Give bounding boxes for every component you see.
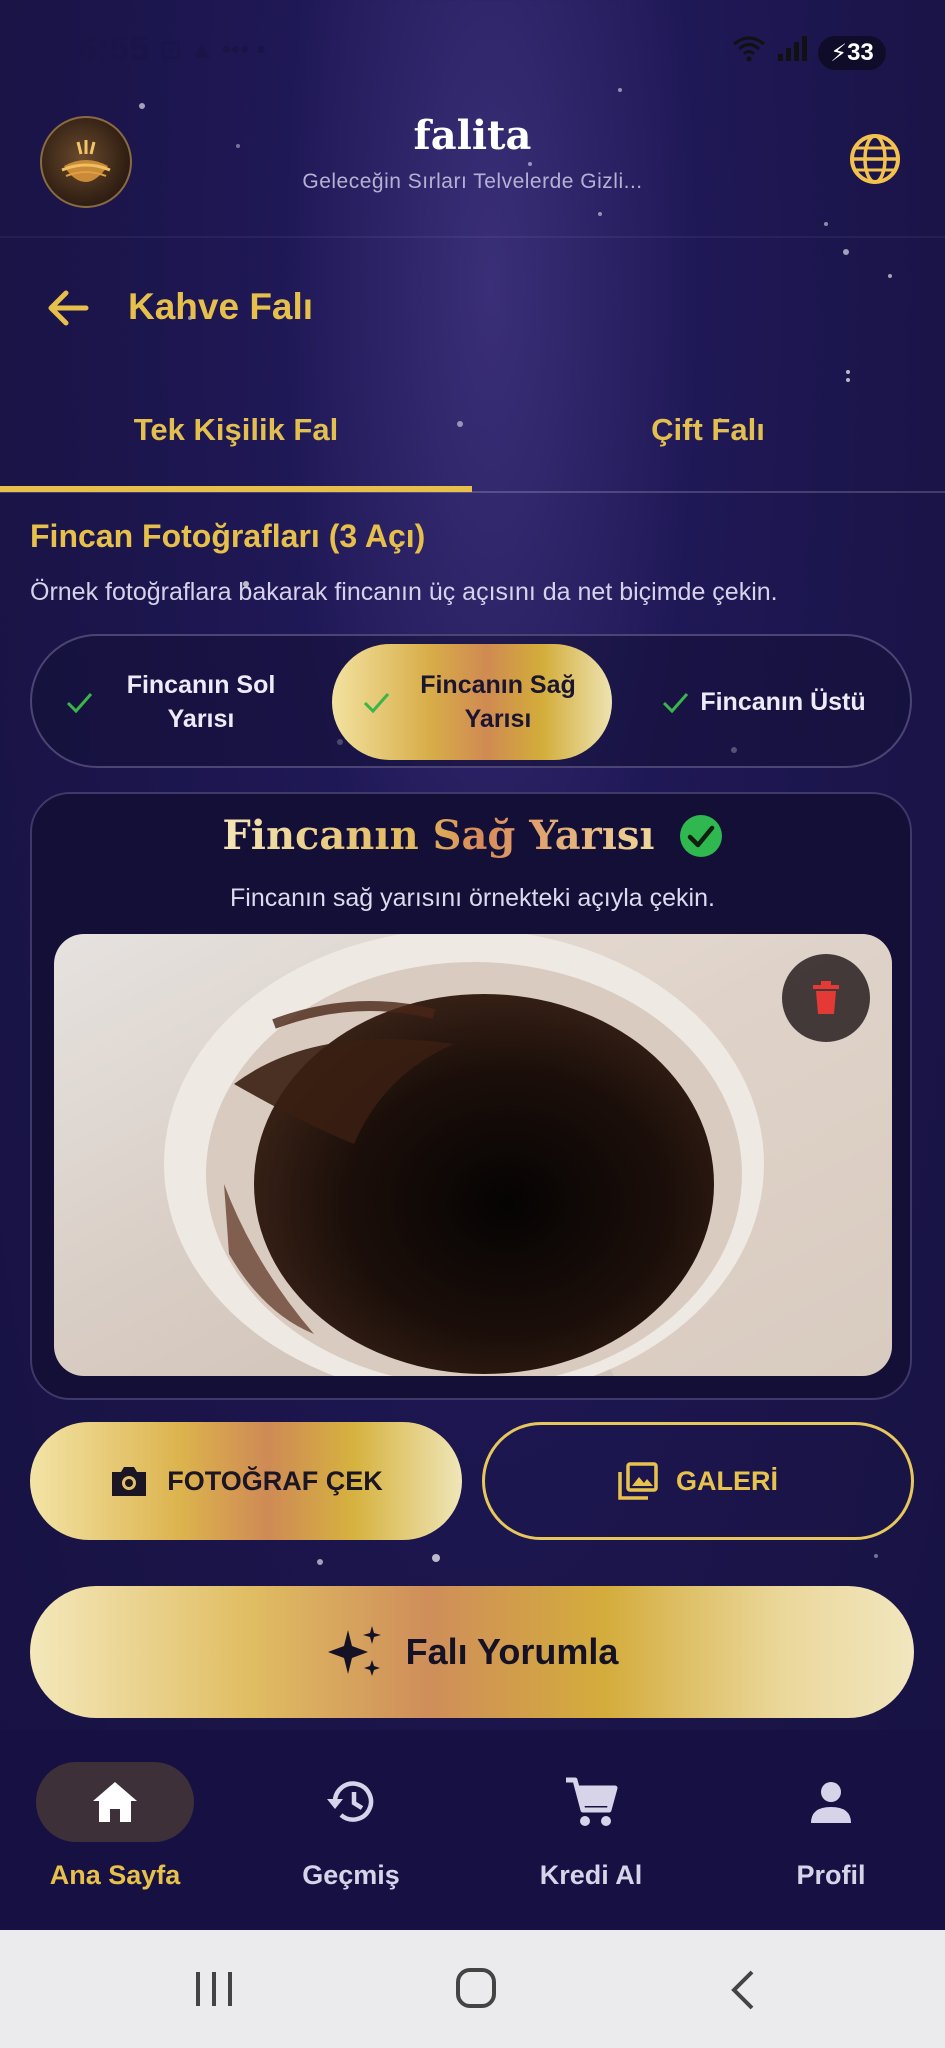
cart-icon (566, 1777, 618, 1826)
status-notification-icons: ⊡ ▲ ••• • (160, 34, 266, 64)
nav-label: Profil (796, 1860, 866, 1890)
language-globe-icon[interactable] (848, 132, 902, 186)
cup-photo (54, 934, 892, 1376)
tab-couple[interactable]: Çift Falı (472, 412, 944, 448)
header-divider (0, 236, 945, 238)
card-title-row: Fincanın Sağ Yarısı (0, 812, 945, 859)
nav-label: Geçmiş (302, 1860, 400, 1890)
active-tab-indicator (0, 486, 472, 492)
take-photo-label: FOTOĞRAF ÇEK (167, 1465, 383, 1496)
status-time: 16:55 (58, 30, 150, 68)
back-system-icon[interactable] (726, 1968, 760, 2012)
check-icon (66, 693, 93, 714)
check-circle-icon (679, 814, 722, 857)
status-bar: 16:55 ⊡ ▲ ••• • ⚡ 33 (0, 0, 945, 100)
trash-icon (813, 981, 839, 1014)
check-icon (363, 693, 390, 714)
nav-profile[interactable]: Profil (716, 1762, 945, 1891)
nav-label: Ana Sayfa (49, 1860, 181, 1890)
person-icon (811, 1782, 851, 1823)
gallery-icon (618, 1462, 658, 1500)
angle-label: Fincanın Sağ Yarısı (420, 671, 576, 733)
interpret-label: Falı Yorumla (405, 1631, 619, 1672)
nav-buy-credit[interactable]: Kredi Al (476, 1762, 706, 1891)
recent-apps-icon[interactable] (192, 1970, 236, 2010)
angle-top[interactable]: Fincanın Üstü (628, 644, 898, 760)
angle-label: Fincanın Üstü (700, 688, 866, 716)
gallery-label: GALERİ (675, 1465, 778, 1496)
system-navigation-bar (0, 1930, 945, 2048)
wifi-icon (732, 34, 766, 69)
app-title: falita (413, 112, 532, 159)
battery-bolt-icon: ⚡ (830, 39, 848, 67)
card-description: Fincanın sağ yarısını örnekteki açıyla ç… (230, 884, 715, 912)
back-arrow-icon[interactable] (44, 284, 92, 332)
sparkles-icon (327, 1626, 381, 1676)
nav-home[interactable]: Ana Sayfa (0, 1762, 230, 1891)
interpret-fortune-button[interactable]: Falı Yorumla (30, 1586, 914, 1718)
nav-history[interactable]: Geçmiş (236, 1762, 466, 1891)
home-system-icon[interactable] (454, 1966, 498, 2010)
page-title: Kahve Falı (128, 286, 314, 327)
section-title: Fincan Fotoğrafları (3 Açı) (30, 518, 426, 554)
angle-left-half[interactable]: Fincanın Sol Yarısı (40, 644, 310, 760)
check-icon (663, 693, 689, 714)
tab-single[interactable]: Tek Kişilik Fal (0, 412, 472, 448)
delete-photo-button[interactable] (782, 954, 870, 1042)
home-icon (93, 1782, 137, 1822)
battery-indicator: ⚡ 33 (818, 36, 886, 70)
angle-right-half[interactable]: Fincanın Sağ Yarısı (332, 644, 612, 760)
battery-level: 33 (847, 39, 874, 66)
take-photo-button[interactable]: FOTOĞRAF ÇEK (30, 1422, 462, 1540)
card-title: Fincanın Sağ Yarısı (222, 812, 655, 859)
nav-label: Kredi Al (539, 1860, 643, 1890)
section-description: Örnek fotoğraflara bakarak fincanın üç a… (30, 578, 778, 606)
app-tagline: Geleceğin Sırları Telvelerde Gizli... (302, 170, 643, 193)
camera-icon (112, 1467, 147, 1496)
signal-icon (776, 34, 810, 69)
angle-label: Fincanın Sol Yarısı (126, 671, 276, 733)
gallery-button[interactable]: GALERİ (482, 1422, 914, 1540)
history-icon (327, 1781, 374, 1822)
